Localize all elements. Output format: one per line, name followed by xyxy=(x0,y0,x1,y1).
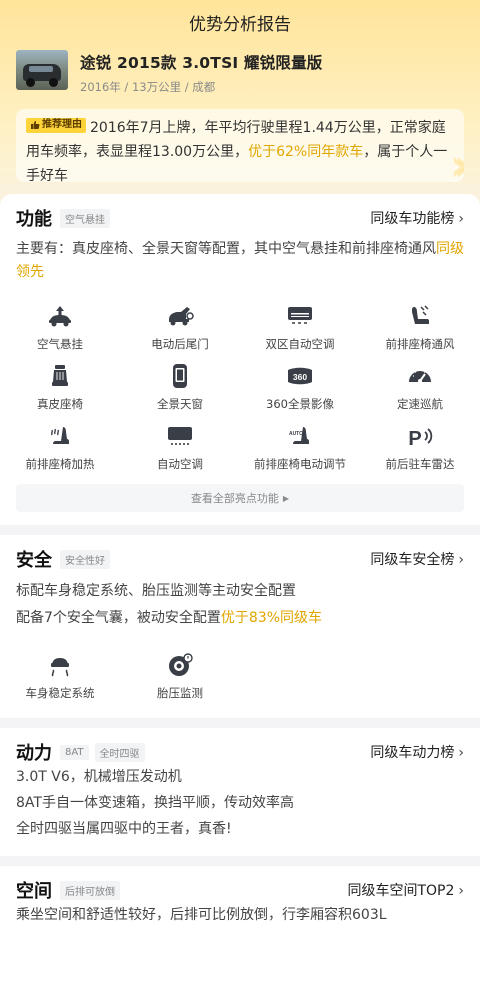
feature-leather-seat[interactable]: 真皮座椅 xyxy=(0,362,120,422)
feature-power-seat[interactable]: AUTO 前排座椅电动调节 xyxy=(240,422,360,482)
power-section: 动力 8AT 全时四驱 同级车动力榜 › 3.0T V6，机械增压发动机 8AT手… xyxy=(0,728,480,856)
camera-360-icon: 360 xyxy=(285,362,315,390)
leather-seat-icon xyxy=(45,362,75,390)
feature-parking-radar[interactable]: P 前后驻车雷达 xyxy=(360,422,480,482)
power-desc-2: 8AT手自一体变速箱，换挡平顺，传动效率高 xyxy=(16,795,294,811)
feature-seat-heating[interactable]: 前排座椅加热 xyxy=(0,422,120,482)
dual-zone-ac-icon xyxy=(285,302,315,330)
power-rank-link[interactable]: 同级车动力榜 › xyxy=(370,742,464,762)
feature-panoramic-sunroof[interactable]: 全景天窗 xyxy=(120,362,240,422)
power-tailgate-icon xyxy=(165,302,195,330)
recommend-reason-card: 推荐理由 2016年7月上牌，年平均行驶里程1.44万公里，正常家庭用车频率，表… xyxy=(16,109,464,182)
car-header: 途锐 2015款 3.0TSI 耀锐限量版 2016年 / 13万公里 / 成都 xyxy=(16,50,464,96)
safety-tag: 安全性好 xyxy=(60,549,110,569)
feature-cruise-control[interactable]: 定速巡航 xyxy=(360,362,480,422)
feature-stability-control[interactable]: 车身稳定系统 xyxy=(0,651,120,711)
car-meta: 2016年 / 13万公里 / 成都 xyxy=(80,80,216,94)
safety-feature-grid: 车身稳定系统 胎压监测 xyxy=(0,651,480,711)
cruise-control-icon xyxy=(405,362,435,390)
feature-air-suspension[interactable]: 空气悬挂 xyxy=(0,302,120,362)
function-section: 功能 空气悬挂 同级车功能榜 › 主要有：真皮座椅、全景天窗等配置，其中空气悬挂和… xyxy=(0,194,480,525)
chevron-right-icon: › xyxy=(458,745,464,761)
car-name: 途锐 2015款 3.0TSI 耀锐限量版 xyxy=(80,54,323,72)
power-title: 动力 xyxy=(16,743,52,764)
feature-dual-zone-ac[interactable]: 双区自动空调 xyxy=(240,302,360,362)
function-tag: 空气悬挂 xyxy=(60,208,110,228)
parking-radar-icon: P xyxy=(405,422,435,450)
power-desc-1: 3.0T V6，机械增压发动机 xyxy=(16,769,182,785)
svg-text:P: P xyxy=(408,428,421,448)
tire-pressure-icon xyxy=(165,651,195,679)
space-desc-1: 乘坐空间和舒适性较好，后排可比例放倒，行李厢容积603L xyxy=(16,907,387,923)
stability-control-icon xyxy=(45,651,75,679)
page-title: 优势分析报告 xyxy=(189,14,291,35)
power-desc-3: 全时四驱当属四驱中的王者，真香! xyxy=(16,821,232,837)
triangle-right-icon: ▶ xyxy=(282,493,290,503)
space-rank-link[interactable]: 同级车空间TOP2 › xyxy=(347,880,464,900)
feature-power-tailgate[interactable]: 电动后尾门 xyxy=(120,302,240,362)
car-thumbnail[interactable] xyxy=(16,50,68,90)
show-all-features-button[interactable]: 查看全部亮点功能 ▶ xyxy=(16,484,464,512)
power-seat-icon: AUTO xyxy=(285,422,315,450)
svg-text:AUTO: AUTO xyxy=(289,431,303,437)
chevron-right-icon: › xyxy=(458,552,464,568)
function-desc: 主要有：真皮座椅、全景天窗等配置，其中空气悬挂和前排座椅通风同级领先 xyxy=(16,241,464,280)
auto-ac-icon xyxy=(165,422,195,450)
power-tag-2: 全时四驱 xyxy=(94,742,145,762)
seat-heating-icon xyxy=(45,422,75,450)
safety-title: 安全 xyxy=(16,550,52,571)
thumbs-up-icon xyxy=(31,121,40,129)
power-tag-1: 8AT xyxy=(60,744,89,760)
safety-desc-2: 配备7个安全气囊，被动安全配置优于83%同级车 xyxy=(16,610,323,626)
safety-rank-link[interactable]: 同级车安全榜 › xyxy=(370,549,464,569)
feature-grid: 空气悬挂 电动后尾门 双区自动空调 前排座椅通风 真皮座椅 全景天窗 360 3… xyxy=(0,302,480,482)
seat-ventilation-icon xyxy=(405,302,435,330)
function-rank-link[interactable]: 同级车功能榜 › xyxy=(370,208,464,228)
feature-auto-ac[interactable]: 自动空调 xyxy=(120,422,240,482)
chevron-decoration-icon: ›› xyxy=(449,140,464,183)
feature-tire-pressure[interactable]: 胎压监测 xyxy=(120,651,240,711)
recommend-badge: 推荐理由 xyxy=(26,117,86,133)
feature-seat-ventilation[interactable]: 前排座椅通风 xyxy=(360,302,480,362)
function-title: 功能 xyxy=(16,209,52,230)
air-suspension-icon xyxy=(45,302,75,330)
safety-desc-1: 标配车身稳定系统、胎压监测等主动安全配置 xyxy=(16,583,296,599)
space-section: 空间 后排可放倒 同级车空间TOP2 › 乘坐空间和舒适性较好，后排可比例放倒，行… xyxy=(0,866,480,986)
reason-highlight: 优于62%同年款车 xyxy=(248,144,364,160)
chevron-right-icon: › xyxy=(458,883,464,899)
space-title: 空间 xyxy=(16,881,52,902)
chevron-right-icon: › xyxy=(458,211,464,227)
panoramic-sunroof-icon xyxy=(165,362,195,390)
space-tag: 后排可放倒 xyxy=(60,880,120,900)
safety-section: 安全 安全性好 同级车安全榜 › 标配车身稳定系统、胎压监测等主动安全配置 配备7… xyxy=(0,535,480,718)
feature-camera-360[interactable]: 360 360全景影像 xyxy=(240,362,360,422)
svg-text:360: 360 xyxy=(293,372,307,382)
